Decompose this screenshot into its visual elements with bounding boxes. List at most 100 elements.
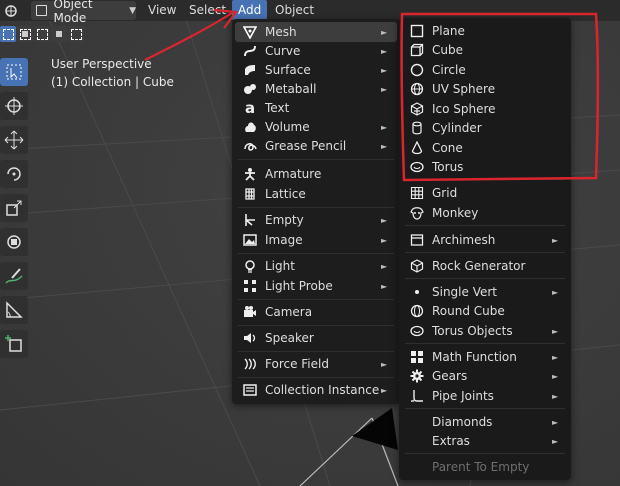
gears-icon — [409, 368, 425, 384]
menu-add[interactable]: Add — [232, 0, 268, 20]
cursor-select-icon — [6, 64, 22, 80]
mesh-item-math-function[interactable]: Math Function ► — [402, 347, 568, 367]
menu-separator — [405, 453, 565, 454]
mesh-item-cube[interactable]: Cube — [402, 40, 568, 60]
mesh-item-pipe-joints[interactable]: Pipe Joints ► — [402, 386, 568, 406]
add-menu-item-mesh[interactable]: Mesh ► — [235, 22, 397, 42]
menu-select[interactable]: Select — [183, 0, 232, 20]
mesh-item-extras[interactable]: Extras ► — [402, 431, 568, 451]
mesh-item-plane[interactable]: Plane — [402, 21, 568, 41]
measure-icon — [6, 301, 23, 318]
select-box-tool[interactable] — [0, 58, 28, 86]
menu-separator — [405, 225, 565, 226]
mesh-item-cylinder[interactable]: Cylinder — [402, 118, 568, 138]
select-invert-button[interactable] — [51, 26, 67, 42]
select-new-button[interactable] — [0, 26, 16, 42]
viewport-overlay-text: User Perspective (1) Collection | Cube — [51, 55, 174, 91]
add-menu: Mesh ► Curve ► Surface ► Metaball ► a Text V… — [232, 19, 400, 404]
menu-object[interactable]: Object — [269, 0, 320, 20]
speaker-icon — [242, 330, 258, 346]
mesh-item-archimesh[interactable]: Archimesh ► — [402, 230, 568, 250]
add-menu-item-image[interactable]: Image ► — [235, 230, 397, 250]
menu-separator — [405, 343, 565, 344]
empty-icon — [242, 212, 258, 228]
metaball-icon — [242, 81, 258, 97]
light-probe-icon — [242, 278, 258, 294]
mesh-item-diamonds[interactable]: Diamonds ► — [402, 412, 568, 432]
add-menu-item-text[interactable]: a Text — [235, 98, 397, 118]
menu-separator — [238, 299, 394, 300]
curve-icon — [242, 43, 258, 59]
add-menu-item-light[interactable]: Light ► — [235, 256, 397, 276]
mesh-item-torus-objects[interactable]: Torus Objects ► — [402, 321, 568, 341]
light-icon — [242, 258, 258, 274]
3d-cursor-icon — [5, 97, 23, 115]
ico-sphere-icon — [409, 101, 425, 117]
select-box-icon — [3, 29, 14, 40]
torus-objects-icon — [409, 323, 425, 339]
grid-icon — [409, 185, 425, 201]
select-extend-button[interactable] — [17, 26, 33, 42]
scale-tool[interactable] — [0, 194, 28, 222]
mesh-item-parent-to-empty[interactable]: Parent To Empty — [402, 457, 568, 477]
add-menu-item-curve[interactable]: Curve ► — [235, 41, 397, 61]
volume-icon — [242, 119, 258, 135]
mesh-item-torus[interactable]: Torus — [402, 157, 568, 177]
mesh-item-uv-sphere[interactable]: UV Sphere — [402, 79, 568, 99]
mesh-submenu: Plane Cube Circle UV Sphere Ico Sphere C… — [399, 18, 571, 480]
collection-instance-icon — [242, 382, 258, 398]
add-menu-item-surface[interactable]: Surface ► — [235, 60, 397, 80]
mesh-item-round-cube[interactable]: Round Cube — [402, 301, 568, 321]
surface-icon — [242, 62, 258, 78]
add-menu-item-empty[interactable]: Empty ► — [235, 210, 397, 230]
mesh-item-circle[interactable]: Circle — [402, 60, 568, 80]
cursor-tool[interactable] — [0, 92, 28, 120]
add-menu-item-camera[interactable]: Camera — [235, 302, 397, 322]
add-menu-item-grease-pencil[interactable]: Grease Pencil ► — [235, 136, 397, 156]
mesh-item-single-vert[interactable]: Single Vert ► — [402, 282, 568, 302]
add-menu-item-metaball[interactable]: Metaball ► — [235, 79, 397, 99]
move-tool[interactable] — [0, 126, 28, 154]
rotate-tool[interactable] — [0, 160, 28, 188]
object-mode-select[interactable]: Object Mode ▼ — [31, 0, 136, 25]
transform-tool[interactable] — [0, 228, 28, 256]
camera-icon — [242, 304, 258, 320]
menu-separator — [238, 253, 394, 254]
force-field-icon — [242, 356, 258, 372]
circle-icon — [409, 62, 425, 78]
add-menu-item-lattice[interactable]: Lattice — [235, 184, 397, 204]
text-icon: a — [244, 99, 256, 117]
editor-type-icon[interactable] — [3, 3, 19, 19]
grease-pencil-icon — [242, 138, 258, 154]
cone-icon — [409, 140, 425, 156]
add-menu-item-collection-instance[interactable]: Collection Instance ► — [235, 380, 397, 400]
math-function-icon — [409, 349, 425, 365]
image-icon — [242, 232, 258, 248]
menu-separator — [238, 351, 394, 352]
mesh-item-rock-generator[interactable]: Rock Generator — [402, 256, 568, 276]
round-cube-icon — [409, 303, 425, 319]
torus-icon — [409, 159, 425, 175]
select-subtract-button[interactable] — [34, 26, 50, 42]
monkey-icon — [409, 205, 425, 221]
mesh-item-ico-sphere[interactable]: Ico Sphere — [402, 99, 568, 119]
mesh-item-monkey[interactable]: Monkey — [402, 203, 568, 223]
uv-sphere-icon — [409, 81, 425, 97]
mesh-item-cone[interactable]: Cone — [402, 138, 568, 158]
mesh-item-gears[interactable]: Gears ► — [402, 366, 568, 386]
menu-view[interactable]: View — [142, 0, 182, 20]
view-perspective-label: User Perspective — [51, 57, 152, 71]
add-menu-item-speaker[interactable]: Speaker — [235, 328, 397, 348]
select-intersect-button[interactable] — [68, 26, 84, 42]
measure-tool[interactable] — [0, 296, 28, 324]
lattice-icon — [242, 186, 258, 202]
add-menu-item-volume[interactable]: Volume ► — [235, 117, 397, 137]
menu-separator — [238, 207, 394, 208]
annotate-tool[interactable] — [0, 262, 28, 290]
mesh-item-grid[interactable]: Grid — [402, 183, 568, 203]
add-menu-item-armature[interactable]: Armature — [235, 164, 397, 184]
add-menu-item-light-probe[interactable]: Light Probe ► — [235, 276, 397, 296]
add-cube-tool[interactable] — [0, 330, 28, 358]
add-menu-item-force-field[interactable]: Force Field ► — [235, 354, 397, 374]
menu-separator — [405, 278, 565, 279]
